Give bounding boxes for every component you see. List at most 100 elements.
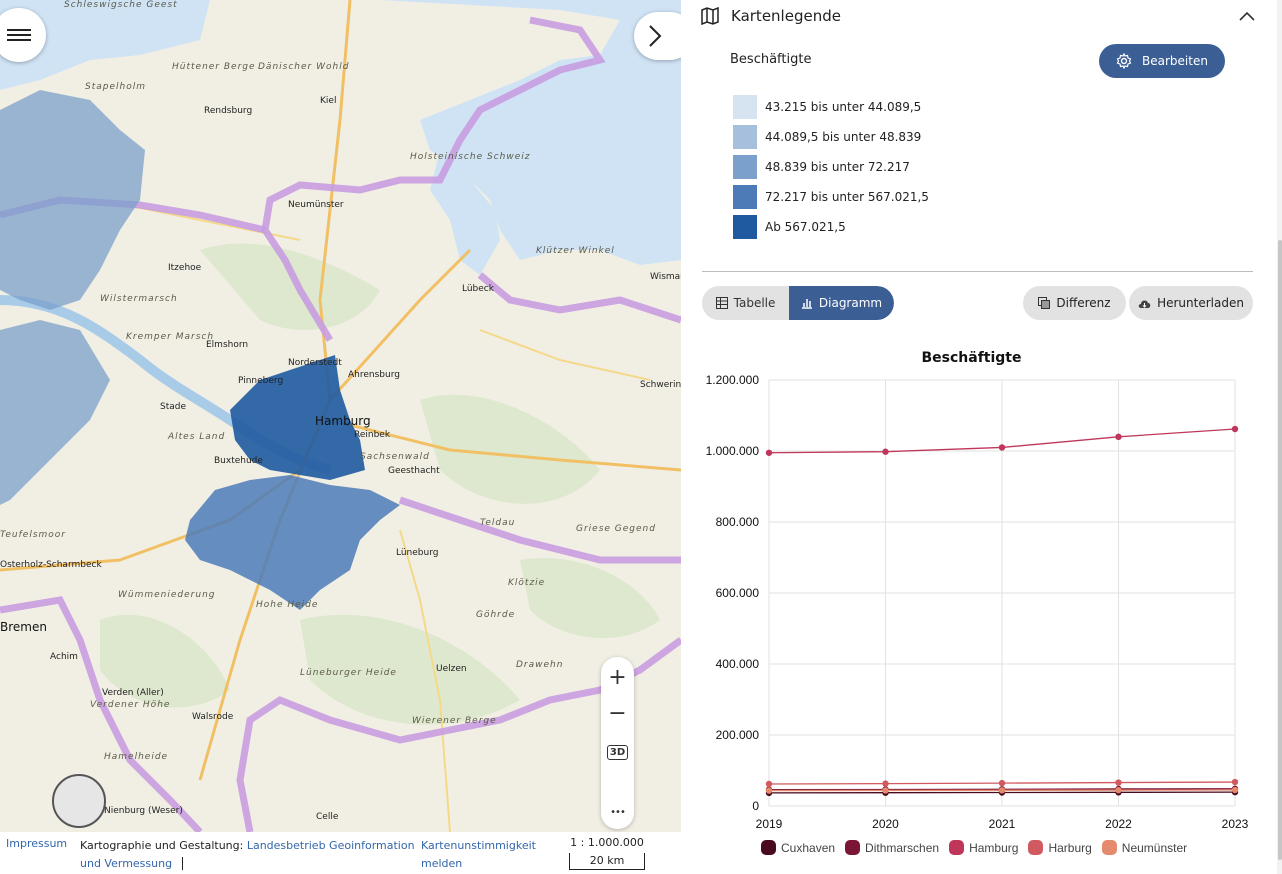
chart-legend-item[interactable]: Harburg [1028, 840, 1092, 855]
x-tick-label: 2020 [872, 817, 899, 831]
chart-legend-label: Hamburg [969, 840, 1019, 855]
data-point [1115, 786, 1122, 794]
chart-legend-label: Harburg [1048, 840, 1092, 855]
data-point [1231, 425, 1239, 433]
y-tick-label: 200.000 [716, 728, 760, 742]
map-footer: Impressum Kartographie und Gestaltung: L… [0, 832, 681, 874]
y-tick-label: 400.000 [716, 657, 760, 671]
legend-swatch [733, 185, 757, 209]
3d-view-button[interactable]: 3D [601, 734, 634, 770]
hamburger-icon [7, 26, 31, 44]
chart-legend-swatch [1028, 840, 1044, 855]
minus-icon: − [608, 700, 627, 726]
legend-class-row: 43.215 bis unter 44.089,5 [733, 95, 921, 119]
chart-legend-swatch [845, 840, 861, 855]
legend-class-label: 48.839 bis unter 72.217 [765, 160, 910, 174]
chart-legend: Cuxhaven Dithmarschen Hamburg Harburg Neumün… [761, 840, 1197, 855]
data-point [1115, 433, 1122, 440]
data-point [1115, 779, 1122, 786]
data-point [765, 787, 773, 794]
credit-prefix: Kartographie und Gestaltung: [80, 839, 247, 852]
y-tick-label: 1.000.000 [706, 444, 760, 458]
legend-class-row: 48.839 bis unter 72.217 [733, 155, 910, 179]
panel-scrollbar-thumb[interactable] [1278, 240, 1282, 860]
zoom-in-button[interactable]: + [601, 659, 634, 695]
chart-title: Beschäftigte [921, 350, 1022, 366]
download-button[interactable]: Herunterladen [1129, 286, 1253, 320]
scale-indicator: 1 : 1.000.000 20 km [569, 836, 645, 870]
difference-label: Differenz [1056, 296, 1111, 310]
panel-toggle-button[interactable] [634, 12, 681, 60]
y-tick-label: 0 [752, 799, 759, 813]
divider [702, 271, 1253, 272]
chart-legend-item[interactable]: Cuxhaven [761, 840, 835, 855]
cloud-download-icon [1138, 299, 1151, 308]
data-point [998, 787, 1006, 794]
legend-swatch [733, 95, 757, 119]
chevron-up-icon[interactable] [1237, 6, 1257, 26]
data-point [998, 444, 1006, 451]
y-tick-label: 600.000 [716, 586, 760, 600]
more-tools-button[interactable]: ••• [601, 794, 634, 830]
x-tick-label: 2022 [1105, 817, 1132, 831]
legend-class-label: Ab 567.021,5 [765, 220, 846, 234]
data-point [765, 449, 773, 456]
map-canvas[interactable]: Schleswigsche Geest Hüttener Berge Dänisch… [0, 0, 681, 832]
legend-panel: Kartenlegende Beschäftigte Bearbeiten 43… [681, 0, 1282, 874]
data-point [1231, 778, 1239, 786]
chart-legend-item[interactable]: Hamburg [949, 840, 1018, 855]
tab-chart[interactable]: Diagramm [789, 286, 894, 320]
data-point [998, 779, 1006, 787]
legend-swatch [733, 125, 757, 149]
map-icon [701, 7, 719, 25]
map-basemap [0, 0, 681, 832]
view-toggle: Tabelle Diagramm [702, 286, 894, 320]
chart-legend-item[interactable]: Neumünster [1101, 840, 1188, 855]
legend-class-row: 44.089,5 bis unter 48.839 [733, 125, 921, 149]
data-point [765, 780, 773, 788]
gear-icon [1116, 53, 1132, 69]
chart-legend-label: Neumünster [1121, 840, 1188, 855]
bar-chart-icon [801, 299, 812, 309]
y-tick-label: 800.000 [716, 515, 760, 529]
legend-swatch [733, 155, 757, 179]
legend-class-label: 43.215 bis unter 44.089,5 [765, 100, 922, 114]
impressum-link[interactable]: Impressum [6, 837, 67, 850]
edit-button[interactable]: Bearbeiten [1099, 44, 1225, 78]
more-icon: ••• [610, 806, 626, 818]
scale-bar: 20 km [569, 853, 645, 870]
table-icon [715, 297, 728, 309]
legend-header[interactable]: Kartenlegende [701, 2, 1257, 30]
edit-label: Bearbeiten [1142, 54, 1208, 68]
legend-class-row: 72.217 bis unter 567.021,5 [733, 185, 929, 209]
tab-chart-label: Diagramm [818, 296, 883, 310]
3d-icon: 3D [606, 744, 629, 760]
difference-icon [1038, 297, 1051, 309]
report-issue-link[interactable]: Kartenunstimmigkeit melden [421, 837, 561, 873]
chart-legend-item[interactable]: Dithmarschen [845, 840, 939, 855]
legend-swatch [733, 215, 757, 239]
data-point [1231, 786, 1239, 794]
plus-icon: + [608, 664, 627, 690]
tab-table[interactable]: Tabelle [702, 286, 789, 320]
chart-legend-label: Dithmarschen [865, 840, 940, 855]
scale-ratio: 1 : 1.000.000 [570, 836, 644, 849]
chart-legend-swatch [761, 840, 776, 855]
panel-scrollbar[interactable] [1277, 0, 1282, 874]
legend-class-label: 72.217 bis unter 567.021,5 [765, 190, 929, 204]
download-label: Herunterladen [1157, 296, 1244, 310]
zoom-out-button[interactable]: − [601, 695, 634, 731]
difference-button[interactable]: Differenz [1023, 286, 1126, 320]
data-point [882, 787, 889, 794]
locate-button[interactable] [52, 774, 106, 828]
app-root: Schleswigsche Geest Hüttener Berge Dänisch… [0, 0, 1282, 874]
legend-title: Kartenlegende [731, 7, 841, 25]
legend-class-label: 44.089,5 bis unter 48.839 [765, 130, 922, 144]
chart-legend-label: Cuxhaven [781, 840, 836, 855]
credit-divider [182, 857, 184, 870]
footer-credit: Kartographie und Gestaltung: Landesbetri… [80, 837, 420, 873]
x-tick-label: 2021 [989, 817, 1016, 831]
tab-table-label: Tabelle [733, 296, 776, 310]
data-point [882, 448, 889, 455]
chart-legend-swatch [949, 840, 965, 855]
